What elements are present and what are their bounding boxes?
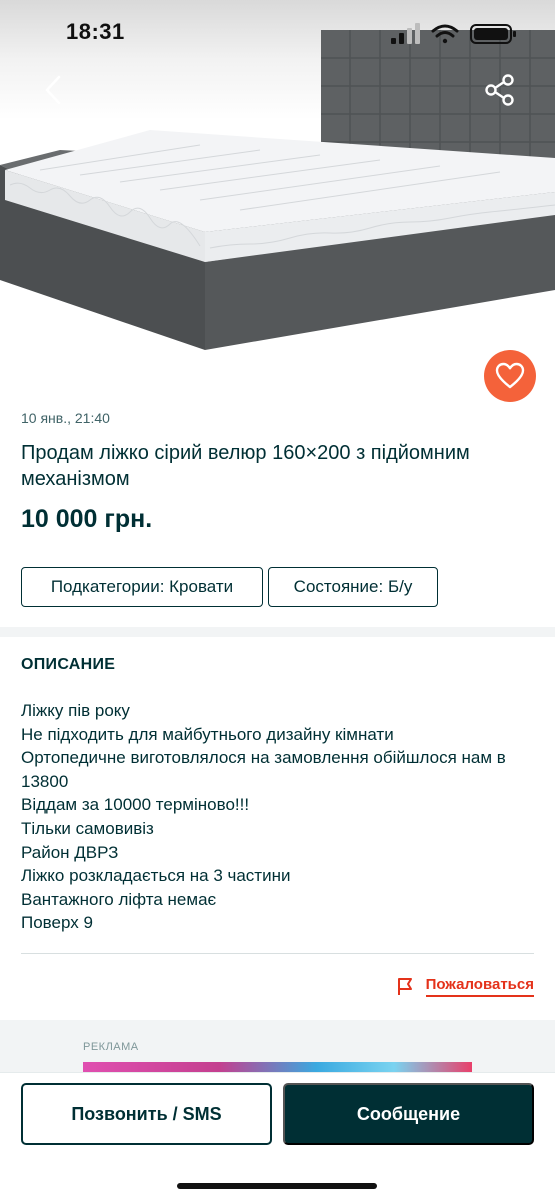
listing-price: 10 000 грн.	[21, 505, 153, 533]
flag-icon	[397, 978, 412, 995]
listing-title: Продам ліжко сірий велюр 160×200 з підйо…	[21, 442, 470, 490]
report-link[interactable]: Пожаловаться	[396, 972, 534, 1000]
subcategory-chip[interactable]: Подкатегории: Кровати	[21, 567, 263, 607]
description-heading: ОПИСАНИЕ	[21, 656, 116, 673]
home-indicator	[177, 1183, 377, 1189]
favorite-button[interactable]	[484, 350, 536, 402]
battery-icon	[470, 24, 516, 44]
heart-icon	[495, 362, 525, 389]
description-text: Ліжку пів року Не підходить для майбутнь…	[21, 699, 536, 935]
description-line: Віддам за 10000 терміново!!!	[21, 795, 250, 815]
message-button[interactable]: Сообщение	[283, 1083, 534, 1145]
chevron-left-icon	[45, 75, 61, 105]
status-icons	[391, 23, 516, 44]
status-time: 18:31	[66, 19, 125, 44]
description-line: Поверх 9	[21, 913, 93, 933]
condition-chip[interactable]: Состояние: Б/у	[268, 567, 438, 607]
status-bar: 18:31	[0, 0, 555, 66]
description-line: Тільки самовивіз	[21, 818, 154, 838]
wifi-icon	[431, 24, 459, 44]
report-label: Пожаловаться	[425, 976, 534, 997]
listing-date: 10 янв., 21:40	[21, 410, 110, 426]
ad-label: РЕКЛАМА	[83, 1041, 139, 1053]
share-button[interactable]	[480, 70, 520, 110]
divider	[21, 953, 534, 954]
description-line: Район ДВРЗ	[21, 842, 119, 862]
description-line: Ліжко розкладається на 3 частини	[21, 866, 291, 886]
description-line: Не підходить для майбутнього дизайну кім…	[21, 724, 394, 744]
description-line: Ліжку пів року	[21, 701, 130, 720]
description-line: Ортопедичне виготовлялося на замовлення …	[21, 748, 506, 791]
description-line: Вантажного ліфта немає	[21, 889, 217, 909]
call-sms-button[interactable]: Позвонить / SMS	[21, 1083, 272, 1145]
signal-icon	[391, 23, 420, 44]
section-divider	[0, 627, 555, 637]
back-button[interactable]	[34, 70, 74, 110]
share-icon	[485, 74, 514, 106]
